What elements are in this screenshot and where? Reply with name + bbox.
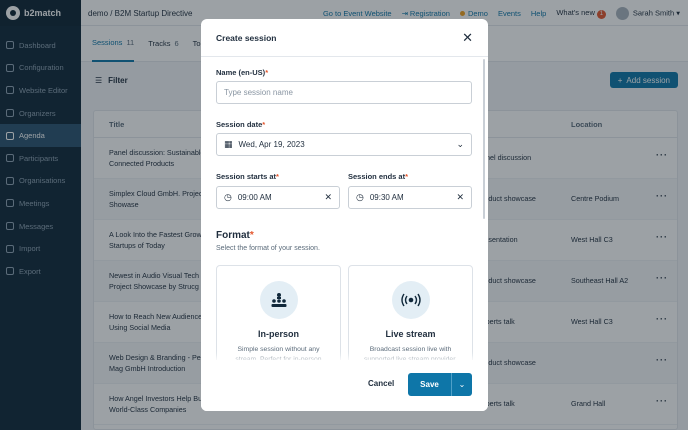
save-button[interactable]: Save [408, 373, 452, 396]
start-time-picker[interactable]: ◷ 09:00 AM ✕ [216, 186, 340, 209]
session-date-picker[interactable]: ▦ Wed, Apr 19, 2023 ⌄ [216, 133, 472, 156]
session-name-input[interactable] [224, 88, 464, 97]
broadcast-icon [391, 281, 430, 319]
clock-icon: ◷ [356, 192, 364, 202]
end-time-picker[interactable]: ◷ 09:30 AM ✕ [348, 186, 472, 209]
dialog-footer: Cancel Save ⌄ [201, 360, 488, 411]
card-title: In-person [257, 329, 299, 339]
chevron-down-icon: ⌄ [456, 139, 464, 149]
card-title: Live stream [385, 329, 436, 339]
divider [201, 56, 488, 57]
format-subtitle: Select the format of your session. [216, 245, 320, 252]
dialog-title: Create session [216, 33, 277, 43]
scrollbar[interactable] [483, 59, 485, 219]
calendar-icon: ▦ [224, 139, 233, 149]
save-options-chevron-icon[interactable]: ⌄ [452, 373, 472, 396]
save-button-group: Save ⌄ [408, 373, 472, 396]
name-label: Name (en-US)* [216, 68, 269, 77]
end-label: Session ends at* [348, 172, 409, 181]
format-title: Format* [216, 230, 254, 241]
close-icon[interactable]: ✕ [462, 30, 473, 46]
name-field-wrapper [216, 81, 472, 104]
cancel-button[interactable]: Cancel [368, 379, 394, 388]
clock-icon: ◷ [224, 192, 232, 202]
date-label: Session date* [216, 120, 266, 129]
clear-start-icon[interactable]: ✕ [324, 192, 332, 203]
clear-end-icon[interactable]: ✕ [456, 192, 464, 203]
start-label: Session starts at* [216, 172, 279, 181]
create-session-dialog: Create session ✕ Name (en-US)* Session d… [201, 19, 488, 411]
format-card-in-person[interactable]: In-person Simple session without any str… [216, 265, 341, 375]
people-icon [259, 281, 298, 319]
format-card-live-stream[interactable]: Live stream Broadcast session live with … [348, 265, 473, 375]
